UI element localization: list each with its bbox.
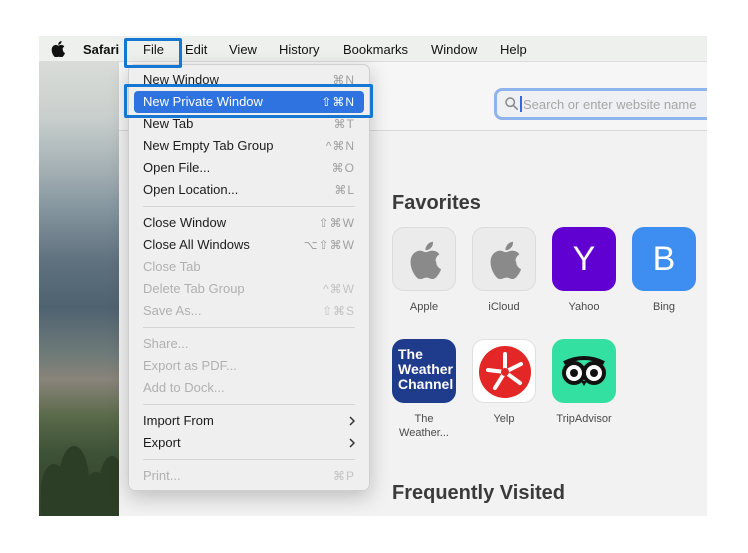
menu-item-export-as-pdf: Export as PDF... [129,355,369,377]
menu-item-close-window[interactable]: Close Window ⇧⌘W [129,212,369,234]
menu-item-add-to-dock: Add to Dock... [129,377,369,399]
menu-item-open-file[interactable]: Open File... ⌘O [129,157,369,179]
menu-item-share: Share... [129,333,369,355]
menu-item-close-tab: Close Tab [129,256,369,278]
owl-icon [562,356,606,386]
menu-item-delete-tab-group: Delete Tab Group ^⌘W [129,278,369,300]
apple-icon[interactable] [51,41,65,57]
weather-logo-line: Channel [398,376,454,392]
menu-bookmarks[interactable]: Bookmarks [343,36,408,62]
chevron-right-icon [349,416,355,426]
favorite-apple-tile[interactable] [392,227,456,291]
favorite-yahoo[interactable]: Y Yahoo [551,227,617,314]
menu-item-print: Print... ⌘P [129,465,369,487]
screenshot-stage: Safari File Edit View History Bookmarks … [0,0,748,553]
favorite-label: iCloud [488,301,520,313]
favorite-label: TripAdvisor [556,413,612,425]
favorite-icloud-tile[interactable] [472,227,536,291]
menu-item-label: Import From [143,413,214,428]
menu-item-open-location[interactable]: Open Location... ⌘L [129,179,369,201]
favorite-label: The Weather... [391,412,457,440]
favorite-label: Yahoo [568,301,600,313]
highlight-file-menu [124,38,182,68]
menu-item-label: New Empty Tab Group [143,138,274,153]
favorites-title: Favorites [392,192,481,214]
favorite-yelp-tile[interactable] [472,339,536,403]
favorite-apple[interactable]: Apple [391,227,457,314]
menu-item-label: Add to Dock... [143,380,225,395]
favorite-bing[interactable]: B Bing [631,227,697,314]
shortcut: ⇧⌘W [318,216,355,230]
favorite-weather-channel[interactable]: The Weather Channel The Weather... [391,339,457,440]
menu-window[interactable]: Window [431,36,477,62]
magnifier-icon [505,97,518,110]
menu-item-label: Share... [143,336,189,351]
menu-separator [143,459,355,460]
shortcut: ^⌘N [325,139,355,153]
shortcut: ⇧⌘S [321,304,355,318]
menu-item-label: Print... [143,468,181,483]
menu-item-close-all-windows[interactable]: Close All Windows ⌥⇧⌘W [129,234,369,256]
favorite-weather-tile[interactable]: The Weather Channel [392,339,456,403]
shortcut: ⌘O [331,161,355,175]
menu-separator [143,206,355,207]
apple-icon [410,241,441,279]
menu-item-label: Open Location... [143,182,239,197]
highlight-new-private-window [124,84,373,118]
favorite-yahoo-tile[interactable]: Y [552,227,616,291]
desktop-wallpaper [39,62,125,516]
menu-separator [143,327,355,328]
menu-item-new-empty-tab-group[interactable]: New Empty Tab Group ^⌘N [129,135,369,157]
menu-view[interactable]: View [229,36,257,62]
menu-app-name[interactable]: Safari [83,36,119,62]
favorite-label: Apple [409,301,439,313]
favorite-icloud[interactable]: iCloud [471,227,537,314]
shortcut: ⌥⇧⌘W [303,238,355,252]
menu-item-label: Delete Tab Group [143,281,245,296]
yelp-burst-icon [479,346,531,398]
menu-item-label: Close All Windows [143,237,250,252]
menu-item-save-as: Save As... ⇧⌘S [129,300,369,322]
favorite-label: Bing [652,301,676,313]
shortcut: ⌘P [332,469,355,483]
menu-help[interactable]: Help [500,36,527,62]
weather-logo-line: Weather [398,361,453,377]
apple-icon [490,241,521,279]
chevron-right-icon [349,438,355,448]
favorite-label-line: The [414,413,434,425]
favorite-bing-tile[interactable]: B [632,227,696,291]
favorite-tripadvisor-tile[interactable] [552,339,616,403]
favorite-label: Yelp [493,413,515,425]
menu-item-label: Close Window [143,215,227,230]
menu-edit[interactable]: Edit [185,36,207,62]
frequently-visited-title: Frequently Visited [392,482,566,504]
menu-item-label: Export [143,435,181,450]
menu-item-label: Export as PDF... [143,358,237,373]
file-menu: New Window ⌘N New Private Window ⇧⌘N New… [128,64,370,491]
menu-item-export[interactable]: Export [129,432,369,454]
menu-history[interactable]: History [279,36,319,62]
shortcut: ^⌘W [323,282,355,296]
favorite-label-line: Weather... [399,427,449,439]
favorite-tripadvisor[interactable]: TripAdvisor [551,339,617,426]
address-input[interactable] [523,93,707,115]
menu-item-label: Save As... [143,303,202,318]
menu-separator [143,404,355,405]
favorite-yelp[interactable]: Yelp [471,339,537,426]
menu-item-label: New Tab [143,116,194,131]
weather-logo-line: The [398,346,423,362]
address-bar[interactable] [494,88,707,120]
menu-item-label: Open File... [143,160,211,175]
menu-item-import-from[interactable]: Import From [129,410,369,432]
shortcut: ⌘L [334,183,355,197]
text-caret [520,96,522,112]
menu-item-label: Close Tab [143,259,201,274]
